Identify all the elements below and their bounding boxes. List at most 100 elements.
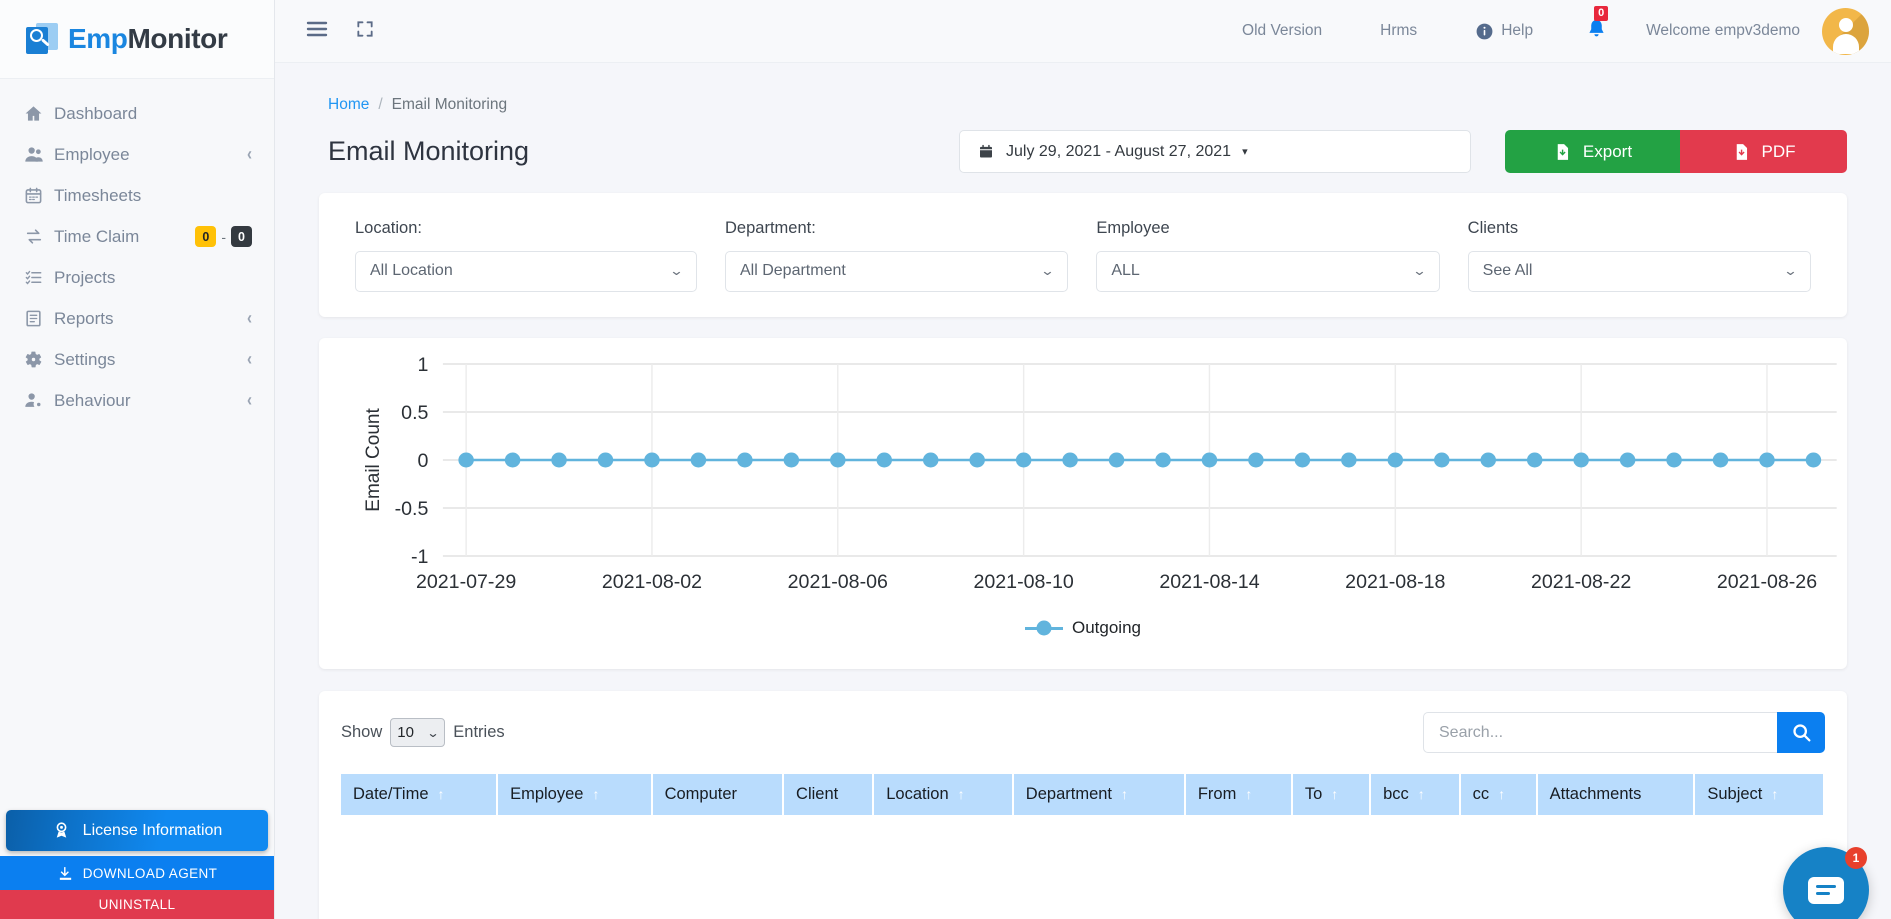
chat-widget-button[interactable]: 1	[1783, 847, 1869, 919]
table-header-cc[interactable]: cc ↑	[1459, 774, 1538, 815]
table-header-date-time[interactable]: Date/Time ↑	[341, 774, 499, 815]
x-axis-tick-label: 2021-08-22	[1531, 572, 1631, 593]
data-point[interactable]	[1248, 452, 1264, 468]
table-header-bcc[interactable]: bcc ↑	[1370, 774, 1461, 815]
data-point[interactable]	[969, 452, 985, 468]
data-point[interactable]	[783, 452, 800, 468]
table-header-to[interactable]: To ↑	[1291, 774, 1372, 815]
data-point[interactable]	[1526, 452, 1543, 468]
brand-logo[interactable]: EmpMonitor	[0, 0, 274, 79]
table-header-label: cc	[1472, 785, 1490, 803]
table-header-employee[interactable]: Employee ↑	[497, 774, 653, 815]
sidebar-item-projects[interactable]: Projects	[0, 257, 274, 298]
exchange-icon	[24, 227, 50, 246]
data-point[interactable]	[1015, 452, 1032, 468]
date-range-picker[interactable]: July 29, 2021 - August 27, 2021 ▾	[959, 130, 1471, 173]
data-point[interactable]	[737, 452, 753, 468]
table-header-attachments[interactable]: Attachments↑	[1536, 774, 1696, 815]
data-point[interactable]	[1805, 452, 1822, 468]
sort-arrow-icon[interactable]: ↑	[1498, 786, 1505, 802]
time-claim-pending-badge: 0	[195, 226, 217, 247]
table-header-from[interactable]: From ↑	[1184, 774, 1293, 815]
data-point[interactable]	[644, 452, 660, 468]
data-point[interactable]	[830, 452, 846, 468]
employee-select[interactable]: ALL ⌄	[1096, 250, 1440, 292]
search-input[interactable]	[1423, 712, 1777, 753]
data-point[interactable]	[1201, 452, 1218, 468]
hamburger-icon[interactable]	[305, 19, 329, 44]
sort-arrow-icon[interactable]: ↑	[592, 786, 599, 802]
data-point[interactable]	[1434, 452, 1450, 468]
hrms-link[interactable]: Hrms	[1380, 22, 1417, 40]
data-point[interactable]	[876, 452, 892, 468]
sidebar-item-behaviour[interactable]: Behaviour ‹	[0, 380, 274, 421]
data-point[interactable]	[1062, 452, 1078, 468]
table-header-department[interactable]: Department ↑	[1012, 774, 1186, 815]
clients-select[interactable]: See All ⌄	[1467, 250, 1811, 292]
data-point[interactable]	[1759, 452, 1775, 468]
notifications-button[interactable]: 0	[1585, 5, 1609, 46]
sort-arrow-icon[interactable]: ↑	[1331, 786, 1338, 802]
search-button[interactable]	[1777, 712, 1825, 753]
sidebar-item-timesheets[interactable]: Timesheets	[0, 175, 274, 216]
location-select[interactable]: All Location ⌄	[355, 250, 697, 292]
data-point[interactable]	[922, 452, 939, 468]
uninstall-button[interactable]: UNINSTALL	[0, 890, 274, 919]
sort-arrow-icon[interactable]: ↑	[438, 786, 445, 802]
chat-bubble-icon	[1808, 876, 1844, 904]
table-header-location[interactable]: Location ↑	[873, 774, 1014, 815]
sidebar-item-time-claim[interactable]: Time Claim 0 - 0	[0, 216, 274, 257]
data-point[interactable]	[1341, 452, 1357, 468]
data-point[interactable]	[690, 452, 707, 468]
data-point[interactable]	[1666, 452, 1682, 468]
gear-icon	[24, 350, 50, 369]
table-header-computer[interactable]: Computer↑	[651, 774, 785, 815]
data-point[interactable]	[551, 452, 567, 468]
sort-arrow-icon[interactable]: ↑	[1121, 786, 1128, 802]
entries-per-page-select[interactable]: 10 ⌄	[390, 718, 446, 747]
sidebar-item-dashboard[interactable]: Dashboard	[0, 93, 274, 134]
data-point[interactable]	[1712, 452, 1729, 468]
license-information-button[interactable]: License Information	[6, 810, 268, 851]
filter-location: Location: All Location ⌄	[341, 219, 711, 292]
email-count-line-chart: 1 0.5 0 -0.5 -1 2021-07-29 2021-08-02 2021-08-0…	[363, 355, 1837, 593]
old-version-link[interactable]: Old Version	[1242, 22, 1322, 40]
data-point[interactable]	[1573, 452, 1589, 468]
data-point[interactable]	[1155, 452, 1171, 468]
brand-title: EmpMonitor	[68, 23, 228, 55]
page-header: Email Monitoring July 29, 2021 - August …	[319, 130, 1847, 173]
data-point[interactable]	[1619, 452, 1636, 468]
sidebar-item-reports[interactable]: Reports ‹	[0, 298, 274, 339]
data-point[interactable]	[597, 452, 614, 468]
table-header-label: Client	[796, 785, 839, 803]
data-point[interactable]	[1480, 452, 1496, 468]
sidebar-item-employee[interactable]: Employee ‹	[0, 134, 274, 175]
filter-employee-label: Employee	[1096, 218, 1170, 237]
chevron-left-icon: ‹	[247, 348, 252, 371]
department-select[interactable]: All Department ⌄	[725, 250, 1069, 292]
help-link[interactable]: Help	[1475, 22, 1533, 41]
data-point[interactable]	[504, 452, 521, 468]
sidebar-label-employee: Employee	[54, 144, 130, 164]
data-point[interactable]	[458, 452, 474, 468]
table-header-client[interactable]: Client↑	[783, 774, 875, 815]
table-header-subject[interactable]: Subject ↑	[1694, 774, 1825, 815]
sort-arrow-icon[interactable]: ↑	[1418, 786, 1425, 802]
sidebar-item-settings[interactable]: Settings ‹	[0, 339, 274, 380]
data-point[interactable]	[1294, 452, 1311, 468]
filter-department-label: Department:	[725, 218, 816, 237]
user-avatar-icon[interactable]	[1822, 7, 1869, 55]
data-point[interactable]	[1108, 452, 1125, 468]
table-header-label: Attachments	[1549, 785, 1642, 803]
data-point[interactable]	[1387, 452, 1404, 468]
pdf-button[interactable]: PDF	[1680, 130, 1847, 173]
export-button[interactable]: Export	[1505, 130, 1680, 173]
chevron-left-icon: ‹	[247, 389, 252, 412]
sort-arrow-icon[interactable]: ↑	[958, 786, 965, 802]
download-agent-button[interactable]: DOWNLOAD AGENT	[0, 856, 274, 890]
sort-arrow-icon[interactable]: ↑	[1245, 786, 1252, 802]
sort-arrow-icon[interactable]: ↑	[1771, 786, 1778, 802]
breadcrumb-home-link[interactable]: Home	[328, 96, 369, 114]
expand-icon[interactable]	[355, 19, 375, 44]
help-label: Help	[1501, 22, 1534, 39]
